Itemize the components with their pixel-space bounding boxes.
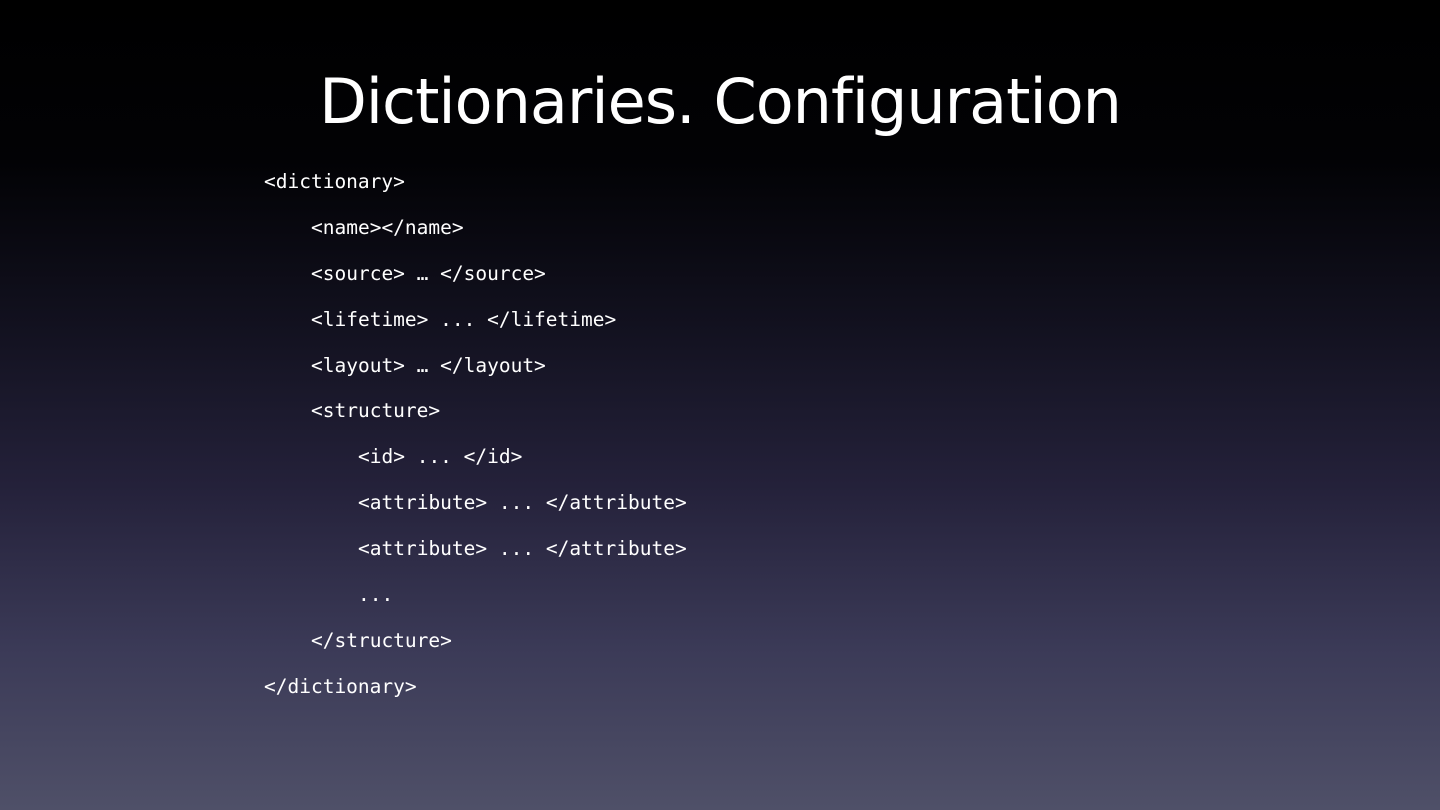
code-block: <dictionary> <name></name> <source> … </… [264, 165, 687, 716]
code-line: </dictionary> [264, 674, 417, 698]
code-line: <source> … </source> [311, 261, 546, 285]
slide-title: Dictionaries. Configuration [319, 65, 1122, 138]
code-line: <attribute> ... </attribute> [358, 537, 687, 561]
code-line: <structure> [311, 399, 441, 423]
code-line: <id> ... </id> [358, 445, 523, 469]
code-line: <attribute> ... </attribute> [358, 491, 687, 515]
code-line: </structure> [311, 628, 452, 652]
code-line: <lifetime> ... </lifetime> [311, 307, 617, 331]
slide: Dictionaries. Configuration <dictionary>… [0, 0, 1440, 810]
code-line: <layout> … </layout> [311, 353, 546, 377]
code-line: ... [358, 583, 394, 607]
code-line: <dictionary> [264, 170, 405, 193]
code-line: <name></name> [311, 215, 464, 239]
